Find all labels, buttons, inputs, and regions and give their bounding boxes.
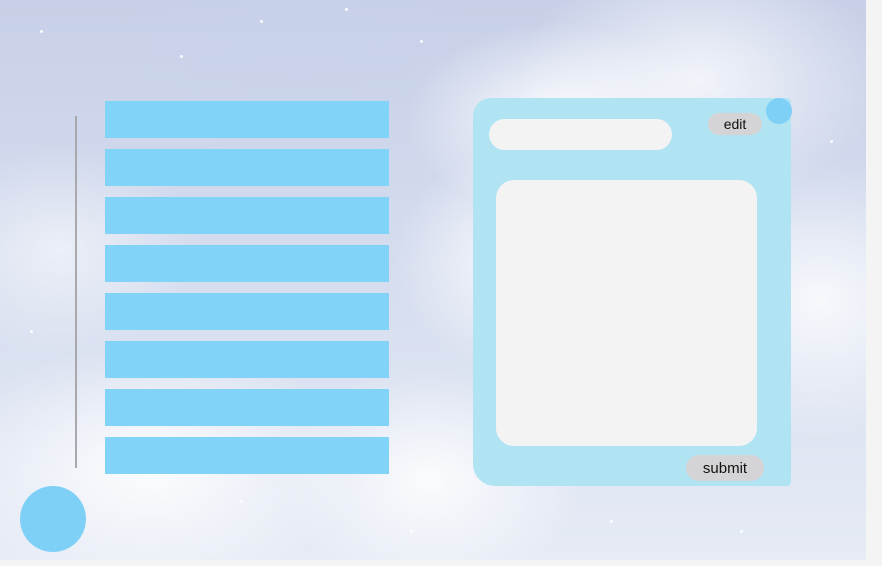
list-item[interactable]	[105, 341, 389, 378]
list-item[interactable]	[105, 245, 389, 282]
submit-button[interactable]: submit	[686, 455, 764, 481]
vertical-scrollbar[interactable]	[866, 0, 882, 566]
title-input[interactable]	[489, 119, 672, 150]
list-item[interactable]	[105, 389, 389, 426]
vertical-divider	[75, 116, 77, 468]
list-item[interactable]	[105, 101, 389, 138]
add-circle-button[interactable]	[20, 486, 86, 552]
list-item[interactable]	[105, 197, 389, 234]
circle-dot-icon[interactable]	[766, 98, 792, 124]
list-item[interactable]	[105, 293, 389, 330]
horizontal-scrollbar[interactable]	[0, 560, 866, 566]
list-item[interactable]	[105, 149, 389, 186]
body-textarea[interactable]	[496, 180, 757, 446]
list-item[interactable]	[105, 437, 389, 474]
edit-button[interactable]: edit	[708, 113, 762, 135]
item-list	[105, 101, 389, 485]
editor-panel: edit submit	[473, 98, 792, 486]
